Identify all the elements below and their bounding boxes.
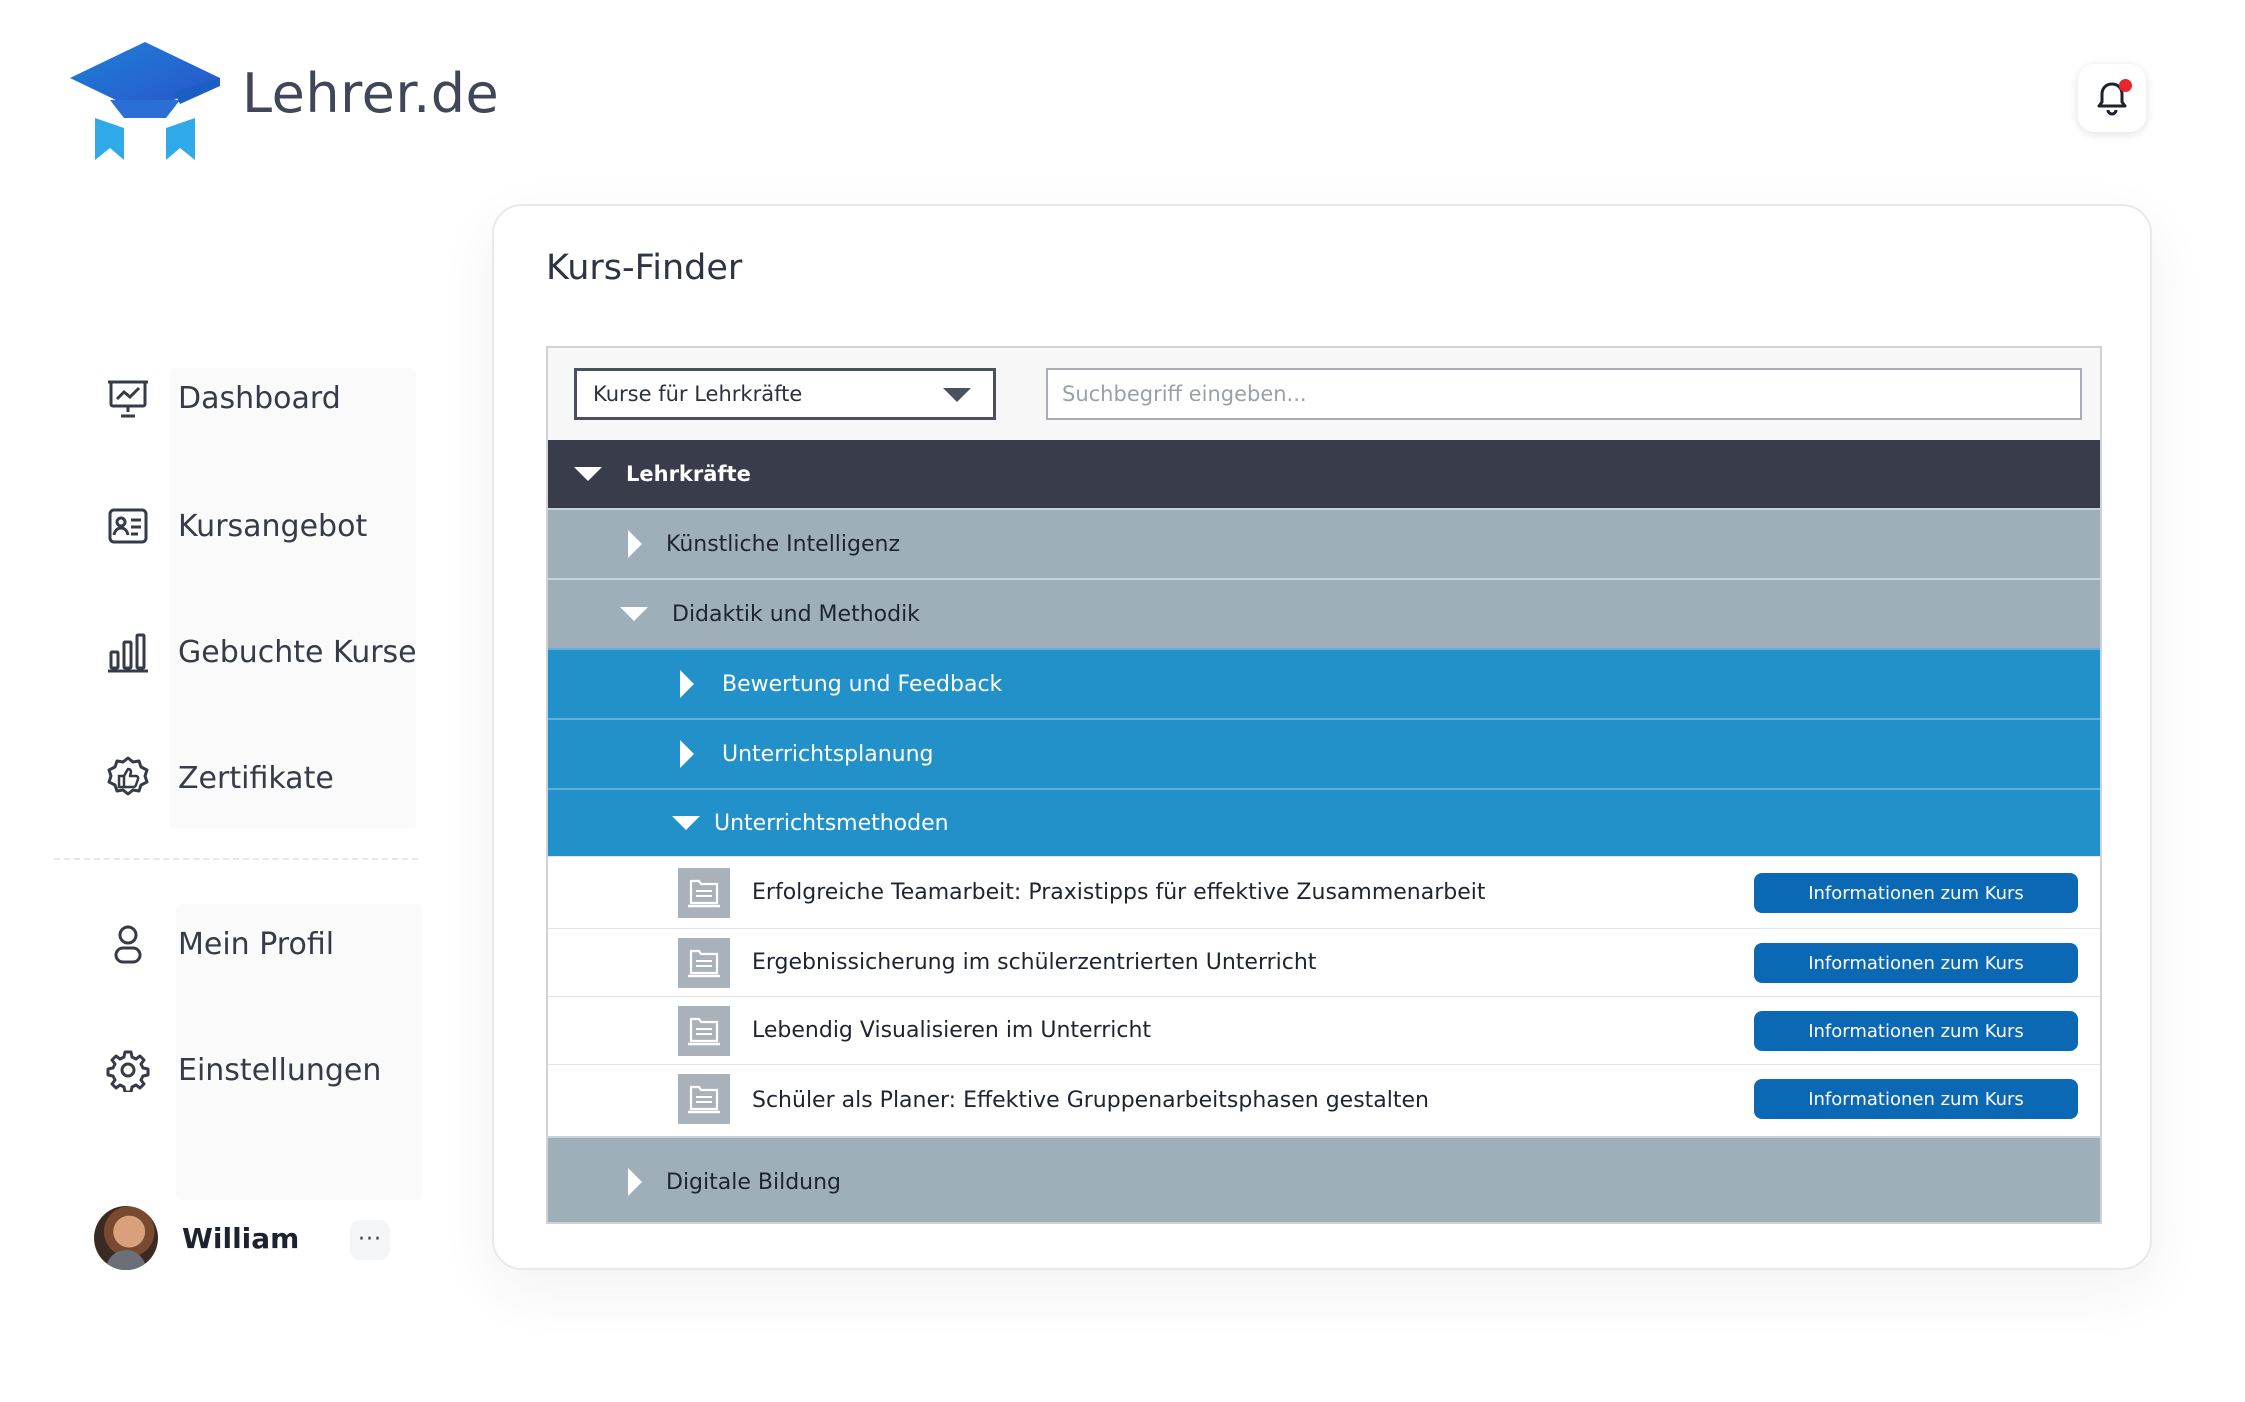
caret-right-icon xyxy=(628,530,642,558)
course-certificate-icon xyxy=(678,868,730,918)
badge-thumbs-up-icon xyxy=(104,754,152,802)
tree-row-label: Künstliche Intelligenz xyxy=(666,531,901,557)
tree-row-label: Didaktik und Methodik xyxy=(672,601,920,627)
tree-row-didaktik-und-methodik[interactable]: Didaktik und Methodik xyxy=(548,578,2100,648)
caret-right-icon xyxy=(680,740,694,768)
id-card-icon xyxy=(104,502,152,550)
tree-row-label: Unterrichtsmethoden xyxy=(714,810,949,836)
select-value: Kurse für Lehrkräfte xyxy=(593,382,803,406)
course-certificate-icon xyxy=(678,1074,730,1124)
notifications-button[interactable] xyxy=(2078,64,2146,132)
tree-row-label: Bewertung und Feedback xyxy=(722,671,1003,697)
search-input[interactable] xyxy=(1046,368,2082,420)
chevron-down-icon xyxy=(943,388,971,402)
tree-row-label: Unterrichtsplanung xyxy=(722,741,934,767)
sidebar-divider xyxy=(54,858,418,860)
sidebar-item-label: Kursangebot xyxy=(178,508,368,544)
course-info-button[interactable]: Informationen zum Kurs xyxy=(1754,1011,2078,1051)
course-row: Schüler als Planer: Effektive Gruppenarb… xyxy=(548,1064,2100,1136)
sidebar-item-label: Mein Profil xyxy=(178,926,335,962)
sidebar-item-einstellungen[interactable]: Einstellungen xyxy=(104,1040,381,1100)
bar-chart-icon xyxy=(104,628,152,676)
lehrer-logo-icon xyxy=(70,42,220,160)
gear-icon xyxy=(104,1046,152,1094)
user-name: William xyxy=(182,1221,300,1255)
presentation-chart-icon xyxy=(104,374,152,422)
avatar xyxy=(94,1206,158,1270)
course-row: Erfolgreiche Teamarbeit: Praxistipps für… xyxy=(548,856,2100,928)
course-category-select[interactable]: Kurse für Lehrkräfte xyxy=(574,368,996,420)
caret-down-icon xyxy=(574,467,602,481)
finder-toolbar: Kurse für Lehrkräfte xyxy=(548,348,2100,440)
course-certificate-icon xyxy=(678,938,730,988)
sidebar-item-label: Einstellungen xyxy=(178,1052,382,1088)
course-info-button[interactable]: Informationen zum Kurs xyxy=(1754,873,2078,913)
user-icon xyxy=(104,920,152,968)
tree-row-unterrichtsplanung[interactable]: Unterrichtsplanung xyxy=(548,718,2100,788)
caret-right-icon xyxy=(628,1168,642,1196)
tree-row-unterrichtsmethoden[interactable]: Unterrichtsmethoden xyxy=(548,788,2100,856)
course-info-button[interactable]: Informationen zum Kurs xyxy=(1754,1079,2078,1119)
sidebar-item-zertifikate[interactable]: Zertifikate xyxy=(104,748,334,808)
sidebar-item-label: Dashboard xyxy=(178,380,341,416)
course-row: Lebendig Visualisieren im Unterricht Inf… xyxy=(548,996,2100,1064)
course-row: Ergebnissicherung im schülerzentrierten … xyxy=(548,928,2100,996)
course-info-button[interactable]: Informationen zum Kurs xyxy=(1754,943,2078,983)
tree-row-digitale-bildung[interactable]: Digitale Bildung xyxy=(548,1136,2100,1222)
notification-dot xyxy=(2119,79,2132,92)
sidebar-item-label: Gebuchte Kurse xyxy=(178,634,417,670)
brand-name: Lehrer.de xyxy=(242,62,500,125)
user-profile[interactable]: William xyxy=(94,1205,299,1271)
course-certificate-icon xyxy=(678,1006,730,1056)
sidebar-item-mein-profil[interactable]: Mein Profil xyxy=(104,914,334,974)
caret-down-icon xyxy=(620,607,648,621)
page-title: Kurs-Finder xyxy=(546,248,743,288)
sidebar-item-gebuchte-kurse[interactable]: Gebuchte Kurse xyxy=(104,622,417,682)
course-title: Schüler als Planer: Effektive Gruppenarb… xyxy=(752,1088,1429,1113)
course-title: Lebendig Visualisieren im Unterricht xyxy=(752,1018,1152,1043)
sidebar-item-label: Zertifikate xyxy=(178,760,334,796)
tree-row-label: Digitale Bildung xyxy=(666,1169,842,1195)
caret-down-icon xyxy=(672,816,700,830)
sidebar-item-dashboard[interactable]: Dashboard xyxy=(104,368,341,428)
more-options-button[interactable]: ··· xyxy=(350,1220,390,1260)
tree-row-kuenstliche-intelligenz[interactable]: Künstliche Intelligenz xyxy=(548,508,2100,578)
sidebar-item-kursangebot[interactable]: Kursangebot xyxy=(104,496,367,556)
tree-row-label: Lehrkräfte xyxy=(626,462,751,486)
course-title: Erfolgreiche Teamarbeit: Praxistipps für… xyxy=(752,880,1486,905)
tree-row-bewertung-und-feedback[interactable]: Bewertung und Feedback xyxy=(548,648,2100,718)
course-finder: Kurse für Lehrkräfte Lehrkräfte Künstlic… xyxy=(546,346,2102,1224)
tree-row-lehrkraefte[interactable]: Lehrkräfte xyxy=(548,440,2100,508)
caret-right-icon xyxy=(680,670,694,698)
course-title: Ergebnissicherung im schülerzentrierten … xyxy=(752,950,1317,975)
kurs-finder-card: Kurs-Finder Kurse für Lehrkräfte Lehrkrä… xyxy=(492,204,2152,1270)
